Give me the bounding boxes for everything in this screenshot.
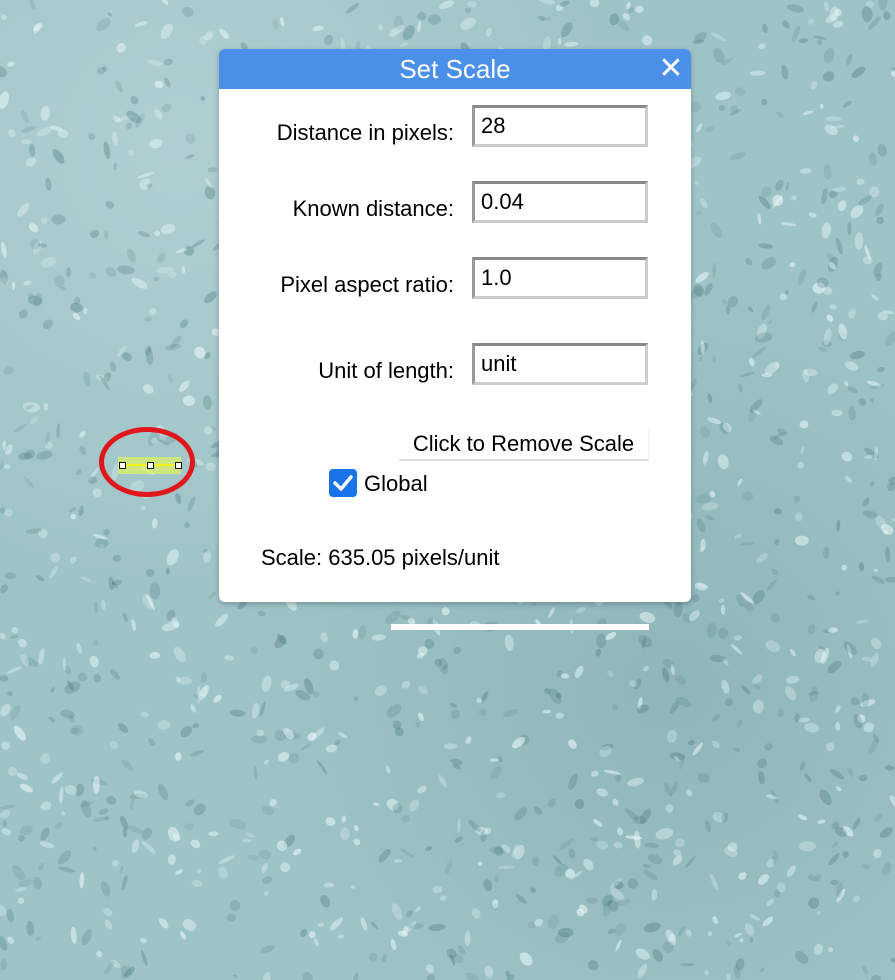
global-label: Global (364, 471, 428, 496)
scale-readout: Scale: 635.05 pixels/unit (261, 545, 500, 570)
dialog-title: Set Scale (399, 54, 511, 84)
scale-bar (391, 624, 649, 630)
pixel-aspect-ratio-label: Pixel aspect ratio: (280, 272, 454, 297)
distance-in-pixels-input[interactable] (472, 105, 648, 147)
set-scale-dialog: Set Scale ✕ Distance in pixels: Known di… (219, 49, 691, 602)
selection-handle-start[interactable] (119, 462, 126, 469)
global-checkbox[interactable] (329, 469, 357, 497)
unit-of-length-label: Unit of length: (318, 358, 454, 383)
checkmark-icon (333, 475, 353, 491)
remove-scale-button[interactable]: Click to Remove Scale (399, 429, 649, 461)
dialog-titlebar[interactable]: Set Scale ✕ (219, 49, 691, 89)
distance-in-pixels-label: Distance in pixels: (276, 120, 454, 145)
selection-handle-end[interactable] (175, 462, 182, 469)
selection-handle-middle[interactable] (147, 462, 154, 469)
known-distance-input[interactable] (472, 181, 648, 223)
pixel-aspect-ratio-input[interactable] (472, 257, 648, 299)
known-distance-label: Known distance: (292, 196, 454, 221)
close-icon[interactable]: ✕ (657, 53, 685, 85)
unit-of-length-input[interactable] (472, 343, 648, 385)
